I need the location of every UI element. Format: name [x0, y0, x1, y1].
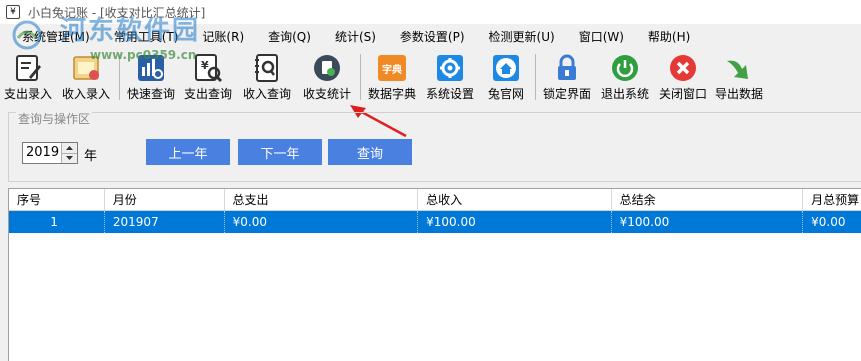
search-button[interactable]: 查询: [328, 139, 412, 165]
cell-month[interactable]: 201907: [105, 211, 225, 233]
next-year-button[interactable]: 下一年: [238, 139, 322, 165]
window-title: 小白兔记账 - [收支对比汇总统计]: [28, 5, 206, 20]
quick-query-button[interactable]: 快速查询: [123, 50, 179, 104]
menu-statistics[interactable]: 统计(S): [323, 26, 388, 48]
expense-query-icon: ¥: [191, 52, 225, 84]
toolbar-label: 系统设置: [425, 87, 474, 101]
table-header: 序号 月份 总支出 总收入 总结余 月总预算: [9, 189, 861, 211]
column-header-index[interactable]: 序号: [9, 189, 105, 210]
column-header-total-expense[interactable]: 总支出: [225, 189, 419, 210]
column-header-month[interactable]: 月份: [105, 189, 225, 210]
export-arrow-icon: [722, 52, 756, 84]
cell-total-income[interactable]: ¥100.00: [418, 211, 612, 233]
menu-update[interactable]: 检测更新(U): [477, 26, 567, 48]
toolbar-label: 收入查询: [242, 87, 291, 101]
toolbar-label: 退出系统: [600, 87, 649, 101]
expense-entry-icon: [11, 52, 45, 84]
exit-system-button[interactable]: 退出系统: [595, 50, 655, 104]
cell-total-balance[interactable]: ¥100.00: [612, 211, 804, 233]
toolbar-separator: [535, 54, 536, 100]
close-window-button[interactable]: 关闭窗口: [655, 50, 711, 104]
income-entry-button[interactable]: 收入录入: [56, 50, 116, 104]
income-entry-icon: [69, 52, 103, 84]
year-value[interactable]: 2019: [23, 143, 61, 163]
triangle-down-icon: [66, 156, 73, 161]
settings-gear-icon: [433, 52, 467, 84]
expense-entry-button[interactable]: 支出录入: [0, 50, 56, 104]
toolbar: 支出录入 收入录入 快速查询 ¥ 支出查询 收入查询 收支统计 字典 数据字典 …: [0, 50, 861, 106]
toolbar-label: 收入录入: [61, 87, 110, 101]
toolbar-label: 快速查询: [126, 87, 175, 101]
menu-query[interactable]: 查询(Q): [256, 26, 323, 48]
dictionary-badge: 字典: [382, 63, 402, 76]
spin-up-button[interactable]: [62, 143, 77, 153]
statistics-icon: [310, 52, 344, 84]
cell-total-expense[interactable]: ¥0.00: [225, 211, 419, 233]
menu-bar: 系统管理(M) 常用工具(T) 记账(R) 查询(Q) 统计(S) 参数设置(P…: [0, 26, 861, 48]
toolbar-separator: [360, 54, 361, 100]
menu-system[interactable]: 系统管理(M): [0, 26, 102, 48]
toolbar-label: 锁定界面: [542, 87, 591, 101]
previous-year-button[interactable]: 上一年: [146, 139, 230, 165]
menu-parameters[interactable]: 参数设置(P): [388, 26, 477, 48]
income-query-icon: [250, 52, 284, 84]
year-suffix-label: 年: [84, 149, 98, 164]
query-groupbox: [8, 112, 861, 182]
app-icon: ¥: [6, 5, 20, 19]
toolbar-label: 导出数据: [714, 87, 763, 101]
query-group-legend: 查询与操作区: [16, 112, 93, 126]
summary-table: 序号 月份 总支出 总收入 总结余 月总预算 1 201907 ¥0.00 ¥1…: [8, 188, 861, 361]
toolbar-label: 数据字典: [367, 87, 416, 101]
lock-screen-button[interactable]: 锁定界面: [539, 50, 595, 104]
column-header-monthly-budget[interactable]: 月总预算: [803, 189, 861, 210]
toolbar-separator: [119, 54, 120, 100]
toolbar-label: 支出录入: [3, 87, 52, 101]
home-icon: [489, 52, 523, 84]
column-header-total-balance[interactable]: 总结余: [612, 189, 804, 210]
table-row[interactable]: 1 201907 ¥0.00 ¥100.00 ¥100.00 ¥0.00: [9, 211, 861, 233]
quick-query-icon: [134, 52, 168, 84]
menu-tools[interactable]: 常用工具(T): [102, 26, 191, 48]
lock-icon: [550, 52, 584, 84]
cell-monthly-budget[interactable]: ¥0.00: [803, 211, 861, 233]
menu-record[interactable]: 记账(R): [190, 26, 256, 48]
menu-window[interactable]: 窗口(W): [567, 26, 636, 48]
toolbar-label: 关闭窗口: [658, 87, 707, 101]
close-icon: [666, 52, 700, 84]
statistics-button[interactable]: 收支统计: [297, 50, 357, 104]
export-data-button[interactable]: 导出数据: [711, 50, 767, 104]
official-site-button[interactable]: 兔官网: [480, 50, 532, 104]
toolbar-label: 收支统计: [302, 87, 351, 101]
expense-query-button[interactable]: ¥ 支出查询: [179, 50, 237, 104]
spin-down-button[interactable]: [62, 152, 77, 163]
dictionary-icon: 字典: [375, 52, 409, 84]
spinner-buttons: [61, 143, 77, 163]
toolbar-label: 兔官网: [487, 87, 524, 101]
menu-help[interactable]: 帮助(H): [636, 26, 702, 48]
income-query-button[interactable]: 收入查询: [237, 50, 297, 104]
triangle-up-icon: [66, 145, 73, 150]
svg-text:¥: ¥: [201, 59, 209, 72]
toolbar-label: 支出查询: [183, 87, 232, 101]
system-settings-button[interactable]: 系统设置: [420, 50, 480, 104]
dictionary-button[interactable]: 字典 数据字典: [364, 50, 420, 104]
cell-index[interactable]: 1: [9, 211, 105, 233]
year-spinner[interactable]: 2019: [22, 142, 78, 164]
title-bar: ¥ 小白兔记账 - [收支对比汇总统计]: [0, 0, 861, 24]
power-icon: [608, 52, 642, 84]
column-header-total-income[interactable]: 总收入: [418, 189, 612, 210]
